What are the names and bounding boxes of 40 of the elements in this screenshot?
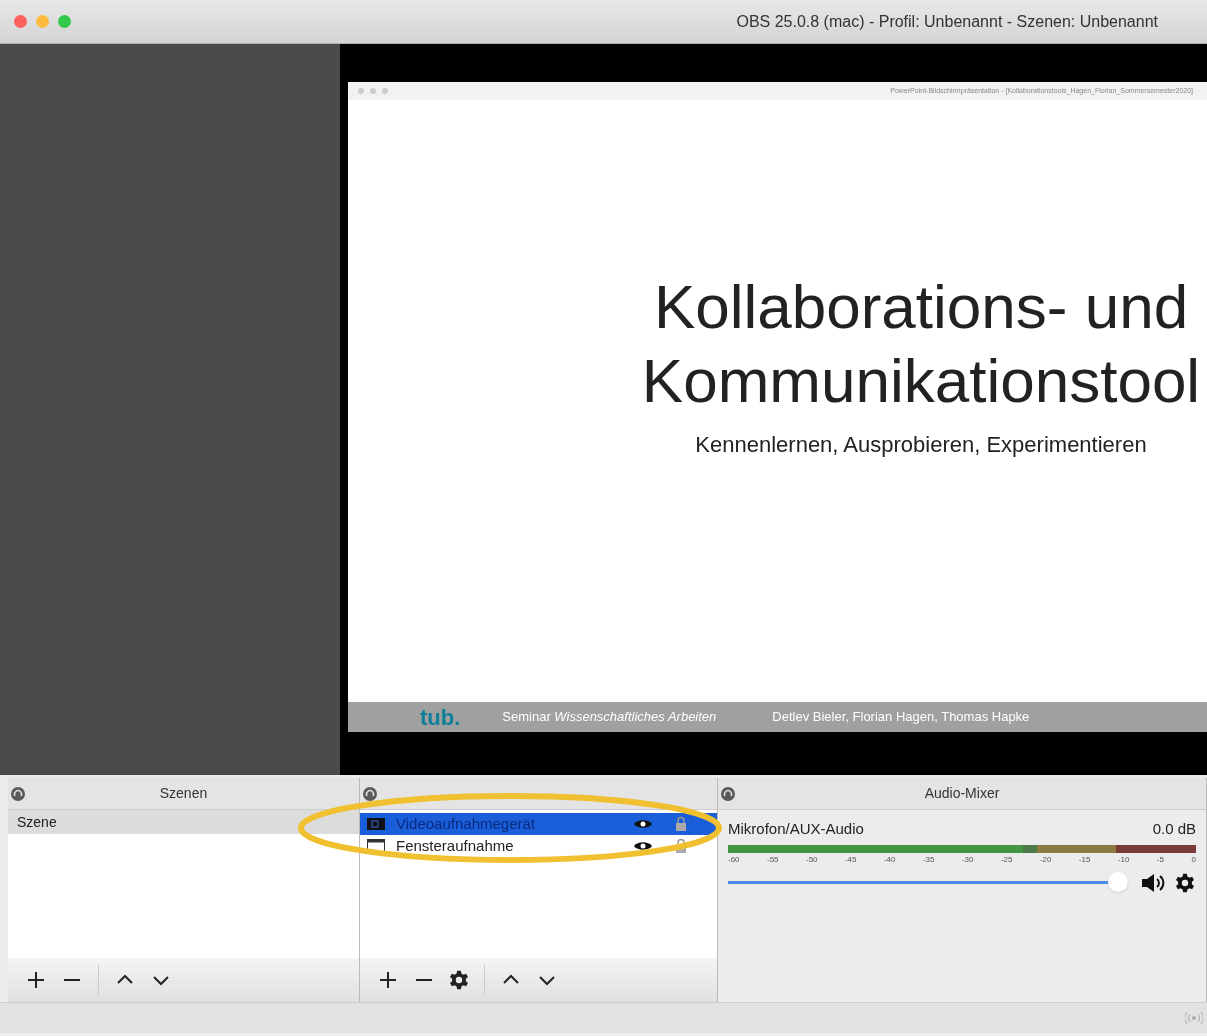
- meter-tick: 0: [1191, 853, 1196, 866]
- meter-tick: -25: [1000, 853, 1013, 866]
- slide-footer-text: Seminar Wissenschaftliches Arbeiten: [502, 708, 717, 727]
- channel-name: Mikrofon/AUX-Audio: [728, 819, 864, 839]
- broadcast-icon: [1185, 1011, 1203, 1025]
- window-title: OBS 25.0.8 (mac) - Profil: Unbenannt - Szenen: Unbenannt: [736, 11, 1158, 32]
- dock-options-icon[interactable]: [362, 785, 378, 802]
- meter-tick: -5: [1156, 853, 1164, 866]
- meter-tick: -40: [883, 853, 896, 866]
- settings-icon[interactable]: [1174, 871, 1196, 894]
- slide-subtitle: Kennenlernen, Ausprobieren, Experimentieren: [695, 431, 1147, 459]
- dock-title: Szenen: [158, 784, 209, 803]
- meter-tick: -10: [1117, 853, 1130, 866]
- dock-title: Audio-Mixer: [923, 784, 1001, 803]
- meter-tick: -35: [922, 853, 935, 866]
- scene-item[interactable]: Szene: [8, 810, 359, 834]
- meter-tick: -55: [767, 853, 779, 866]
- dock-options-icon[interactable]: [10, 785, 26, 802]
- source-name: Videoaufnahmegerät: [396, 813, 536, 834]
- padlock-icon[interactable]: [675, 838, 687, 854]
- slider-thumb[interactable]: [1108, 872, 1128, 892]
- slide-authors: Detlev Bieler, Florian Hagen, Thomas Hapke: [772, 708, 1030, 727]
- slide-title: Kollaborations- und: [653, 271, 1189, 343]
- camera-icon: [366, 816, 386, 832]
- meter-tick: -45: [844, 853, 857, 866]
- dock-options-icon[interactable]: [720, 785, 736, 802]
- padlock-icon[interactable]: [675, 816, 687, 832]
- eye-icon[interactable]: [633, 817, 653, 831]
- eye-icon[interactable]: [633, 839, 653, 853]
- meter-tick: -60: [728, 853, 740, 866]
- meter-tick: -30: [961, 853, 974, 866]
- meter-tick: -20: [1039, 853, 1052, 866]
- volume-slider[interactable]: [728, 871, 1128, 894]
- meter-tick: -15: [1078, 853, 1091, 866]
- source-name: Fensteraufnahme: [396, 835, 515, 856]
- meter-tick: -50: [805, 853, 818, 866]
- volume-reading: 0.0 dB: [1152, 819, 1196, 839]
- settings-button[interactable]: [448, 969, 470, 991]
- logo-text: tub.: [420, 703, 461, 732]
- slide-title: Kommunikationstool: [641, 345, 1201, 417]
